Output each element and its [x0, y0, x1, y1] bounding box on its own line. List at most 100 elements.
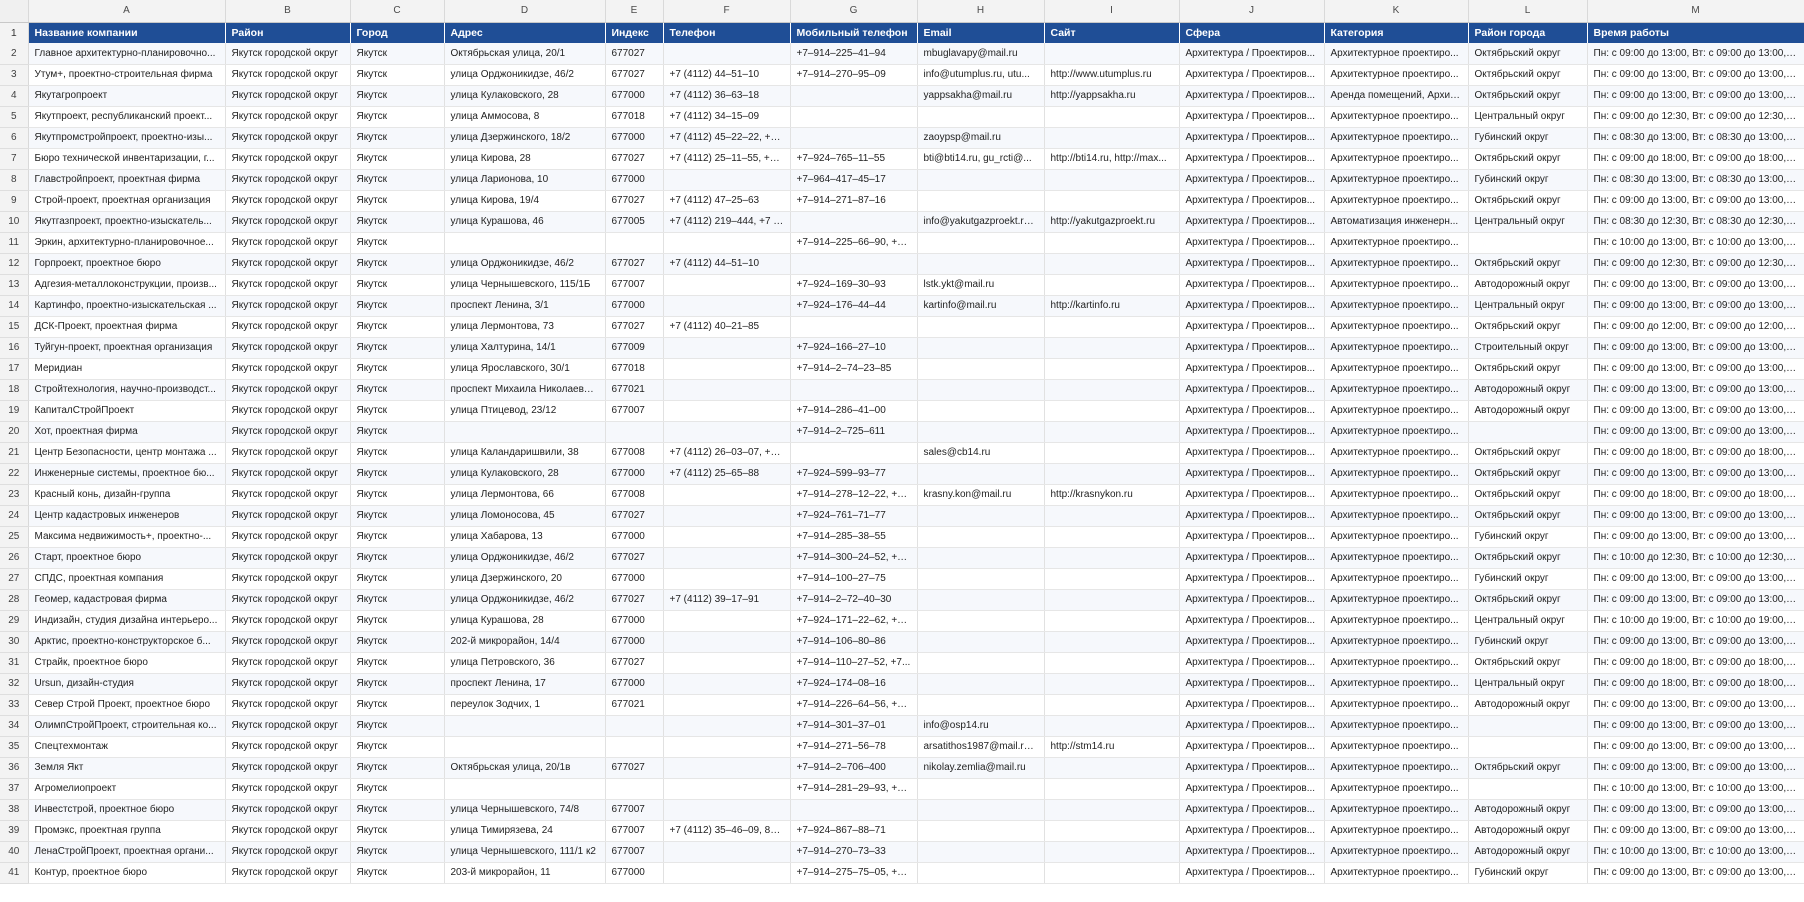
- table-cell[interactable]: [917, 694, 1045, 716]
- table-cell[interactable]: 677007: [605, 400, 664, 422]
- table-cell[interactable]: [917, 820, 1045, 842]
- table-cell[interactable]: Пн: с 09:00 до 13:00, Вт: с 09:00 до 13:…: [1587, 274, 1804, 296]
- table-cell[interactable]: Архитектура / Проектиров...: [1179, 463, 1325, 485]
- table-cell[interactable]: [663, 295, 791, 317]
- table-cell[interactable]: Якутск городской округ: [225, 337, 351, 359]
- row-number[interactable]: 32: [0, 673, 29, 695]
- table-row[interactable]: 12 Горпроект, проектное бюро Якутск городс…: [0, 253, 1804, 275]
- table-cell[interactable]: http://bti14.ru, http://max...: [1044, 148, 1180, 170]
- table-cell[interactable]: Архитектура / Проектиров...: [1179, 274, 1325, 296]
- table-cell[interactable]: [917, 463, 1045, 485]
- table-cell[interactable]: Агромелиопроект: [28, 778, 226, 800]
- table-cell[interactable]: +7 (4112) 44–51–10: [663, 64, 791, 86]
- table-cell[interactable]: Якутск городской округ: [225, 568, 351, 590]
- table-cell[interactable]: info@osp14.ru: [917, 715, 1045, 737]
- table-cell[interactable]: Пн: с 09:00 до 13:00, Вт: с 09:00 до 13:…: [1587, 337, 1804, 359]
- table-cell[interactable]: Меридиан: [28, 358, 226, 380]
- table-cell[interactable]: Архитектурное проектиро...: [1324, 841, 1469, 863]
- table-cell[interactable]: Якутск: [350, 673, 445, 695]
- column-header-letter[interactable]: H: [917, 0, 1045, 23]
- row-number[interactable]: 41: [0, 862, 29, 884]
- table-cell[interactable]: 677027: [605, 64, 664, 86]
- table-cell[interactable]: [605, 778, 664, 800]
- table-cell[interactable]: улица Орджоникидзе, 46/2: [444, 547, 606, 569]
- table-row[interactable]: 33 Север Строй Проект, проектное бюро Якут…: [0, 694, 1804, 716]
- table-cell[interactable]: [605, 421, 664, 443]
- table-cell[interactable]: Якутск: [350, 316, 445, 338]
- table-cell[interactable]: Стройтехнология, научно-производст...: [28, 379, 226, 401]
- column-header-letter[interactable]: B: [225, 0, 351, 23]
- table-cell[interactable]: +7–924–166–27–10: [790, 337, 918, 359]
- table-cell[interactable]: +7–924–176–44–44: [790, 295, 918, 317]
- table-cell[interactable]: Якутск городской округ: [225, 505, 351, 527]
- table-cell[interactable]: Пн: с 09:00 до 13:00, Вт: с 09:00 до 13:…: [1587, 589, 1804, 611]
- table-cell[interactable]: [444, 715, 606, 737]
- table-cell[interactable]: улица Ларионова, 10: [444, 169, 606, 191]
- row-number[interactable]: 21: [0, 442, 29, 464]
- table-cell[interactable]: [1044, 400, 1180, 422]
- table-cell[interactable]: Пн: с 09:00 до 13:00, Вт: с 09:00 до 13:…: [1587, 64, 1804, 86]
- table-cell[interactable]: [663, 232, 791, 254]
- table-cell[interactable]: Якутск: [350, 736, 445, 758]
- table-cell[interactable]: 677027: [605, 505, 664, 527]
- table-cell[interactable]: Пн: с 09:00 до 13:00, Вт: с 09:00 до 13:…: [1587, 190, 1804, 212]
- table-row[interactable]: 9 Строй-проект, проектная организация Якут…: [0, 190, 1804, 212]
- column-header-letter[interactable]: L: [1468, 0, 1588, 23]
- row-number[interactable]: 31: [0, 652, 29, 674]
- table-cell[interactable]: Пн: с 09:00 до 13:00, Вт: с 09:00 до 13:…: [1587, 694, 1804, 716]
- table-cell[interactable]: [1044, 547, 1180, 569]
- column-title-cell[interactable]: Район города: [1468, 22, 1588, 43]
- table-cell[interactable]: Архитектура / Проектиров...: [1179, 820, 1325, 842]
- table-cell[interactable]: Якутск городской округ: [225, 652, 351, 674]
- table-cell[interactable]: Красный конь, дизайн-группа: [28, 484, 226, 506]
- table-cell[interactable]: Архитектура / Проектиров...: [1179, 568, 1325, 590]
- table-cell[interactable]: Архитектура / Проектиров...: [1179, 610, 1325, 632]
- table-cell[interactable]: Якутск: [350, 484, 445, 506]
- table-cell[interactable]: [1044, 505, 1180, 527]
- table-cell[interactable]: Архитектура / Проектиров...: [1179, 253, 1325, 275]
- row-number[interactable]: 7: [0, 148, 29, 170]
- table-row[interactable]: 7 Бюро технической инвентаризации, г... Як…: [0, 148, 1804, 170]
- column-title-cell[interactable]: Email: [917, 22, 1045, 43]
- table-cell[interactable]: [1044, 589, 1180, 611]
- table-cell[interactable]: Инженерные системы, проектное бю...: [28, 463, 226, 485]
- table-cell[interactable]: Пн: с 09:00 до 13:00, Вт: с 09:00 до 13:…: [1587, 862, 1804, 884]
- table-cell[interactable]: [605, 736, 664, 758]
- table-cell[interactable]: [1044, 610, 1180, 632]
- table-row[interactable]: 8 Главстройпроект, проектная фирма Якутск …: [0, 169, 1804, 191]
- table-cell[interactable]: Центральный округ: [1468, 610, 1588, 632]
- table-cell[interactable]: Центральный округ: [1468, 211, 1588, 233]
- table-cell[interactable]: 677000: [605, 295, 664, 317]
- table-cell[interactable]: Архитектурное проектиро...: [1324, 778, 1469, 800]
- row-number[interactable]: 19: [0, 400, 29, 422]
- table-cell[interactable]: +7–914–110–27–52, +7...: [790, 652, 918, 674]
- table-cell[interactable]: nikolay.zemlia@mail.ru: [917, 757, 1045, 779]
- table-cell[interactable]: Октябрьский округ: [1468, 64, 1588, 86]
- table-cell[interactable]: Якутск городской округ: [225, 106, 351, 128]
- table-cell[interactable]: Страйк, проектное бюро: [28, 652, 226, 674]
- table-cell[interactable]: +7 (4112) 44–51–10: [663, 253, 791, 275]
- table-cell[interactable]: lstk.ykt@mail.ru: [917, 274, 1045, 296]
- table-cell[interactable]: Архитектура / Проектиров...: [1179, 358, 1325, 380]
- table-cell[interactable]: Губинский округ: [1468, 169, 1588, 191]
- table-cell[interactable]: Архитектурное проектиро...: [1324, 442, 1469, 464]
- table-cell[interactable]: улица Дзержинского, 18/2: [444, 127, 606, 149]
- table-cell[interactable]: Октябрьский округ: [1468, 43, 1588, 65]
- table-cell[interactable]: улица Орджоникидзе, 46/2: [444, 64, 606, 86]
- select-all-corner[interactable]: [0, 0, 29, 23]
- table-cell[interactable]: Якутск городской округ: [225, 400, 351, 422]
- table-cell[interactable]: Якутск: [350, 337, 445, 359]
- table-cell[interactable]: 677007: [605, 841, 664, 863]
- table-cell[interactable]: улица Лермонтова, 73: [444, 316, 606, 338]
- column-title-cell[interactable]: Телефон: [663, 22, 791, 43]
- table-cell[interactable]: Пн: с 08:30 до 13:00, Вт: с 08:30 до 13:…: [1587, 169, 1804, 191]
- table-cell[interactable]: 677007: [605, 274, 664, 296]
- table-cell[interactable]: Якутск: [350, 211, 445, 233]
- column-title-cell[interactable]: Сайт: [1044, 22, 1180, 43]
- table-cell[interactable]: Якутск: [350, 841, 445, 863]
- table-cell[interactable]: [1468, 421, 1588, 443]
- table-cell[interactable]: улица Кирова, 19/4: [444, 190, 606, 212]
- table-cell[interactable]: [1468, 715, 1588, 737]
- table-cell[interactable]: [917, 400, 1045, 422]
- table-cell[interactable]: СПДС, проектная компания: [28, 568, 226, 590]
